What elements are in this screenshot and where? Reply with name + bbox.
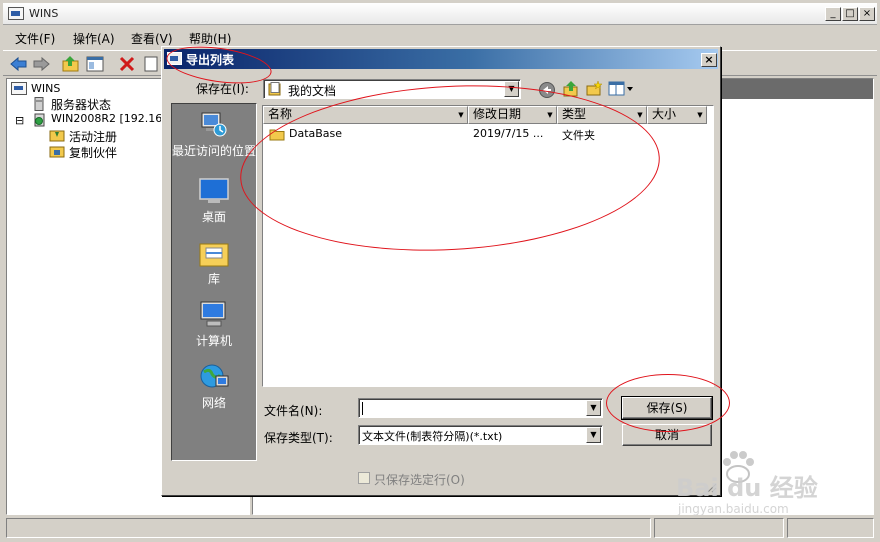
new-folder-icon[interactable] <box>585 80 603 98</box>
my-documents-icon <box>268 82 281 96</box>
file-name-cell: DataBase <box>289 127 343 140</box>
chevron-down-icon[interactable]: ▼ <box>545 109 555 121</box>
chevron-down-icon[interactable]: ▼ <box>586 400 601 416</box>
folder-icon <box>269 129 285 141</box>
computer-icon <box>200 301 226 327</box>
dialog-title: 导出列表 <box>186 53 235 67</box>
file-row[interactable]: DataBase 2019/7/15 ... 文件夹 <box>263 126 707 142</box>
column-header-name[interactable]: 名称 ▼ <box>263 106 468 124</box>
libraries-icon <box>199 243 229 267</box>
places-bar: 最近访问的位置 桌面 库 计算机 网络 <box>171 103 257 461</box>
replication-partners-icon <box>49 146 65 158</box>
place-libraries[interactable]: 库 <box>172 238 256 286</box>
column-header-date-label: 修改日期 <box>473 107 522 121</box>
column-header-size[interactable]: 大小 ▼ <box>647 106 707 124</box>
save-in-label: 保存在(I): <box>196 82 249 96</box>
forward-arrow-icon[interactable] <box>31 54 51 74</box>
place-libraries-label: 库 <box>207 272 220 286</box>
place-recent-label: 最近访问的位置 <box>172 144 257 158</box>
selected-rows-only-label: 只保存选定行(O) <box>374 473 465 487</box>
active-registrations-icon <box>49 130 65 142</box>
properties-icon[interactable] <box>141 54 161 74</box>
column-divider <box>721 100 722 114</box>
save-in-value: 我的文档 <box>288 84 337 98</box>
tree-item-server-status[interactable]: 服务器状态 <box>51 96 111 113</box>
menu-help[interactable]: 帮助(H) <box>189 30 231 47</box>
server-node-icon <box>34 113 45 127</box>
text-caret <box>362 402 363 415</box>
wins-node-icon <box>11 82 27 95</box>
place-recent[interactable]: 最近访问的位置 <box>172 110 256 158</box>
main-titlebar[interactable]: WINS _ □ × <box>3 3 877 25</box>
menu-action[interactable]: 操作(A) <box>73 30 115 47</box>
file-type-value: 文本文件(制表符分隔)(*.txt) <box>362 430 503 443</box>
column-header-type-label: 类型 <box>562 107 587 121</box>
dialog-app-icon <box>167 52 182 65</box>
chevron-down-icon[interactable]: ▼ <box>586 427 601 443</box>
desktop-icon <box>199 178 229 203</box>
place-desktop-label: 桌面 <box>201 210 226 224</box>
file-list[interactable]: 名称 ▼ 修改日期 ▼ 类型 ▼ 大小 ▼ DataBase 2019/7/15… <box>262 105 714 387</box>
tree-item-replication-partners[interactable]: 复制伙伴 <box>69 144 117 161</box>
tree-expander[interactable]: ⊟ <box>15 114 24 127</box>
place-network-label: 网络 <box>201 396 226 410</box>
minimize-button[interactable]: _ <box>825 7 841 21</box>
show-hide-tree-icon[interactable] <box>85 54 105 74</box>
back-icon[interactable] <box>538 81 556 99</box>
file-name-label: 文件名(N): <box>264 404 323 418</box>
dialog-titlebar[interactable]: 导出列表 × <box>164 49 718 69</box>
tree-item-active-registrations[interactable]: 活动注册 <box>69 128 117 145</box>
file-date-cell: 2019/7/15 ... <box>473 127 544 140</box>
file-type-label: 保存类型(T): <box>264 431 333 445</box>
cancel-button[interactable]: 取消 <box>622 424 712 446</box>
watermark-brand: Bai du 经验 <box>676 474 818 502</box>
recent-places-icon <box>201 112 227 137</box>
place-computer[interactable]: 计算机 <box>172 300 256 348</box>
column-header-name-label: 名称 <box>268 107 293 121</box>
save-in-combo[interactable]: 我的文档 ▼ <box>263 79 521 99</box>
place-computer-label: 计算机 <box>195 334 232 348</box>
delete-icon[interactable] <box>117 54 137 74</box>
server-status-icon <box>34 97 44 111</box>
column-header-date[interactable]: 修改日期 ▼ <box>468 106 557 124</box>
chevron-down-icon[interactable]: ▼ <box>456 109 466 121</box>
up-one-level-icon[interactable] <box>562 80 580 98</box>
file-name-input[interactable]: ▼ <box>358 398 603 418</box>
save-button[interactable]: 保存(S) <box>621 396 713 420</box>
menu-bar: 文件(F) 操作(A) 查看(V) 帮助(H) <box>3 26 877 48</box>
selected-rows-only-checkbox[interactable] <box>358 472 370 484</box>
chevron-down-icon[interactable]: ▼ <box>504 81 519 97</box>
place-network[interactable]: 网络 <box>172 362 256 410</box>
maximize-button[interactable]: □ <box>842 7 858 21</box>
file-type-select[interactable]: 文本文件(制表符分隔)(*.txt) ▼ <box>358 425 603 445</box>
tree-item-server[interactable]: WIN2008R2 [192.168 <box>51 112 169 125</box>
back-arrow-icon[interactable] <box>9 54 29 74</box>
up-folder-icon[interactable] <box>61 54 81 74</box>
tree-item-wins[interactable]: WINS <box>31 82 60 95</box>
chevron-down-icon[interactable]: ▼ <box>695 109 705 121</box>
export-list-dialog: 导出列表 × 保存在(I): 我的文档 ▼ 最近访问的位置 桌面 库 计算机 网… <box>161 46 721 496</box>
wins-app-icon <box>8 7 24 20</box>
main-window-title: WINS <box>29 7 59 20</box>
column-header-size-label: 大小 <box>652 107 677 121</box>
baidu-watermark: Bai du 经验 jingyan.baidu.com <box>676 450 876 530</box>
column-header-type[interactable]: 类型 ▼ <box>557 106 647 124</box>
views-menu-icon[interactable] <box>608 81 634 97</box>
menu-view[interactable]: 查看(V) <box>131 30 173 47</box>
dialog-close-button[interactable]: × <box>701 53 717 67</box>
menu-file[interactable]: 文件(F) <box>15 30 55 47</box>
close-button[interactable]: × <box>859 7 875 21</box>
chevron-down-icon[interactable]: ▼ <box>635 109 645 121</box>
file-type-cell: 文件夹 <box>562 129 595 142</box>
watermark-url: jingyan.baidu.com <box>678 502 789 516</box>
status-cell-main <box>6 518 651 538</box>
place-desktop[interactable]: 桌面 <box>172 176 256 224</box>
network-icon <box>200 364 229 388</box>
